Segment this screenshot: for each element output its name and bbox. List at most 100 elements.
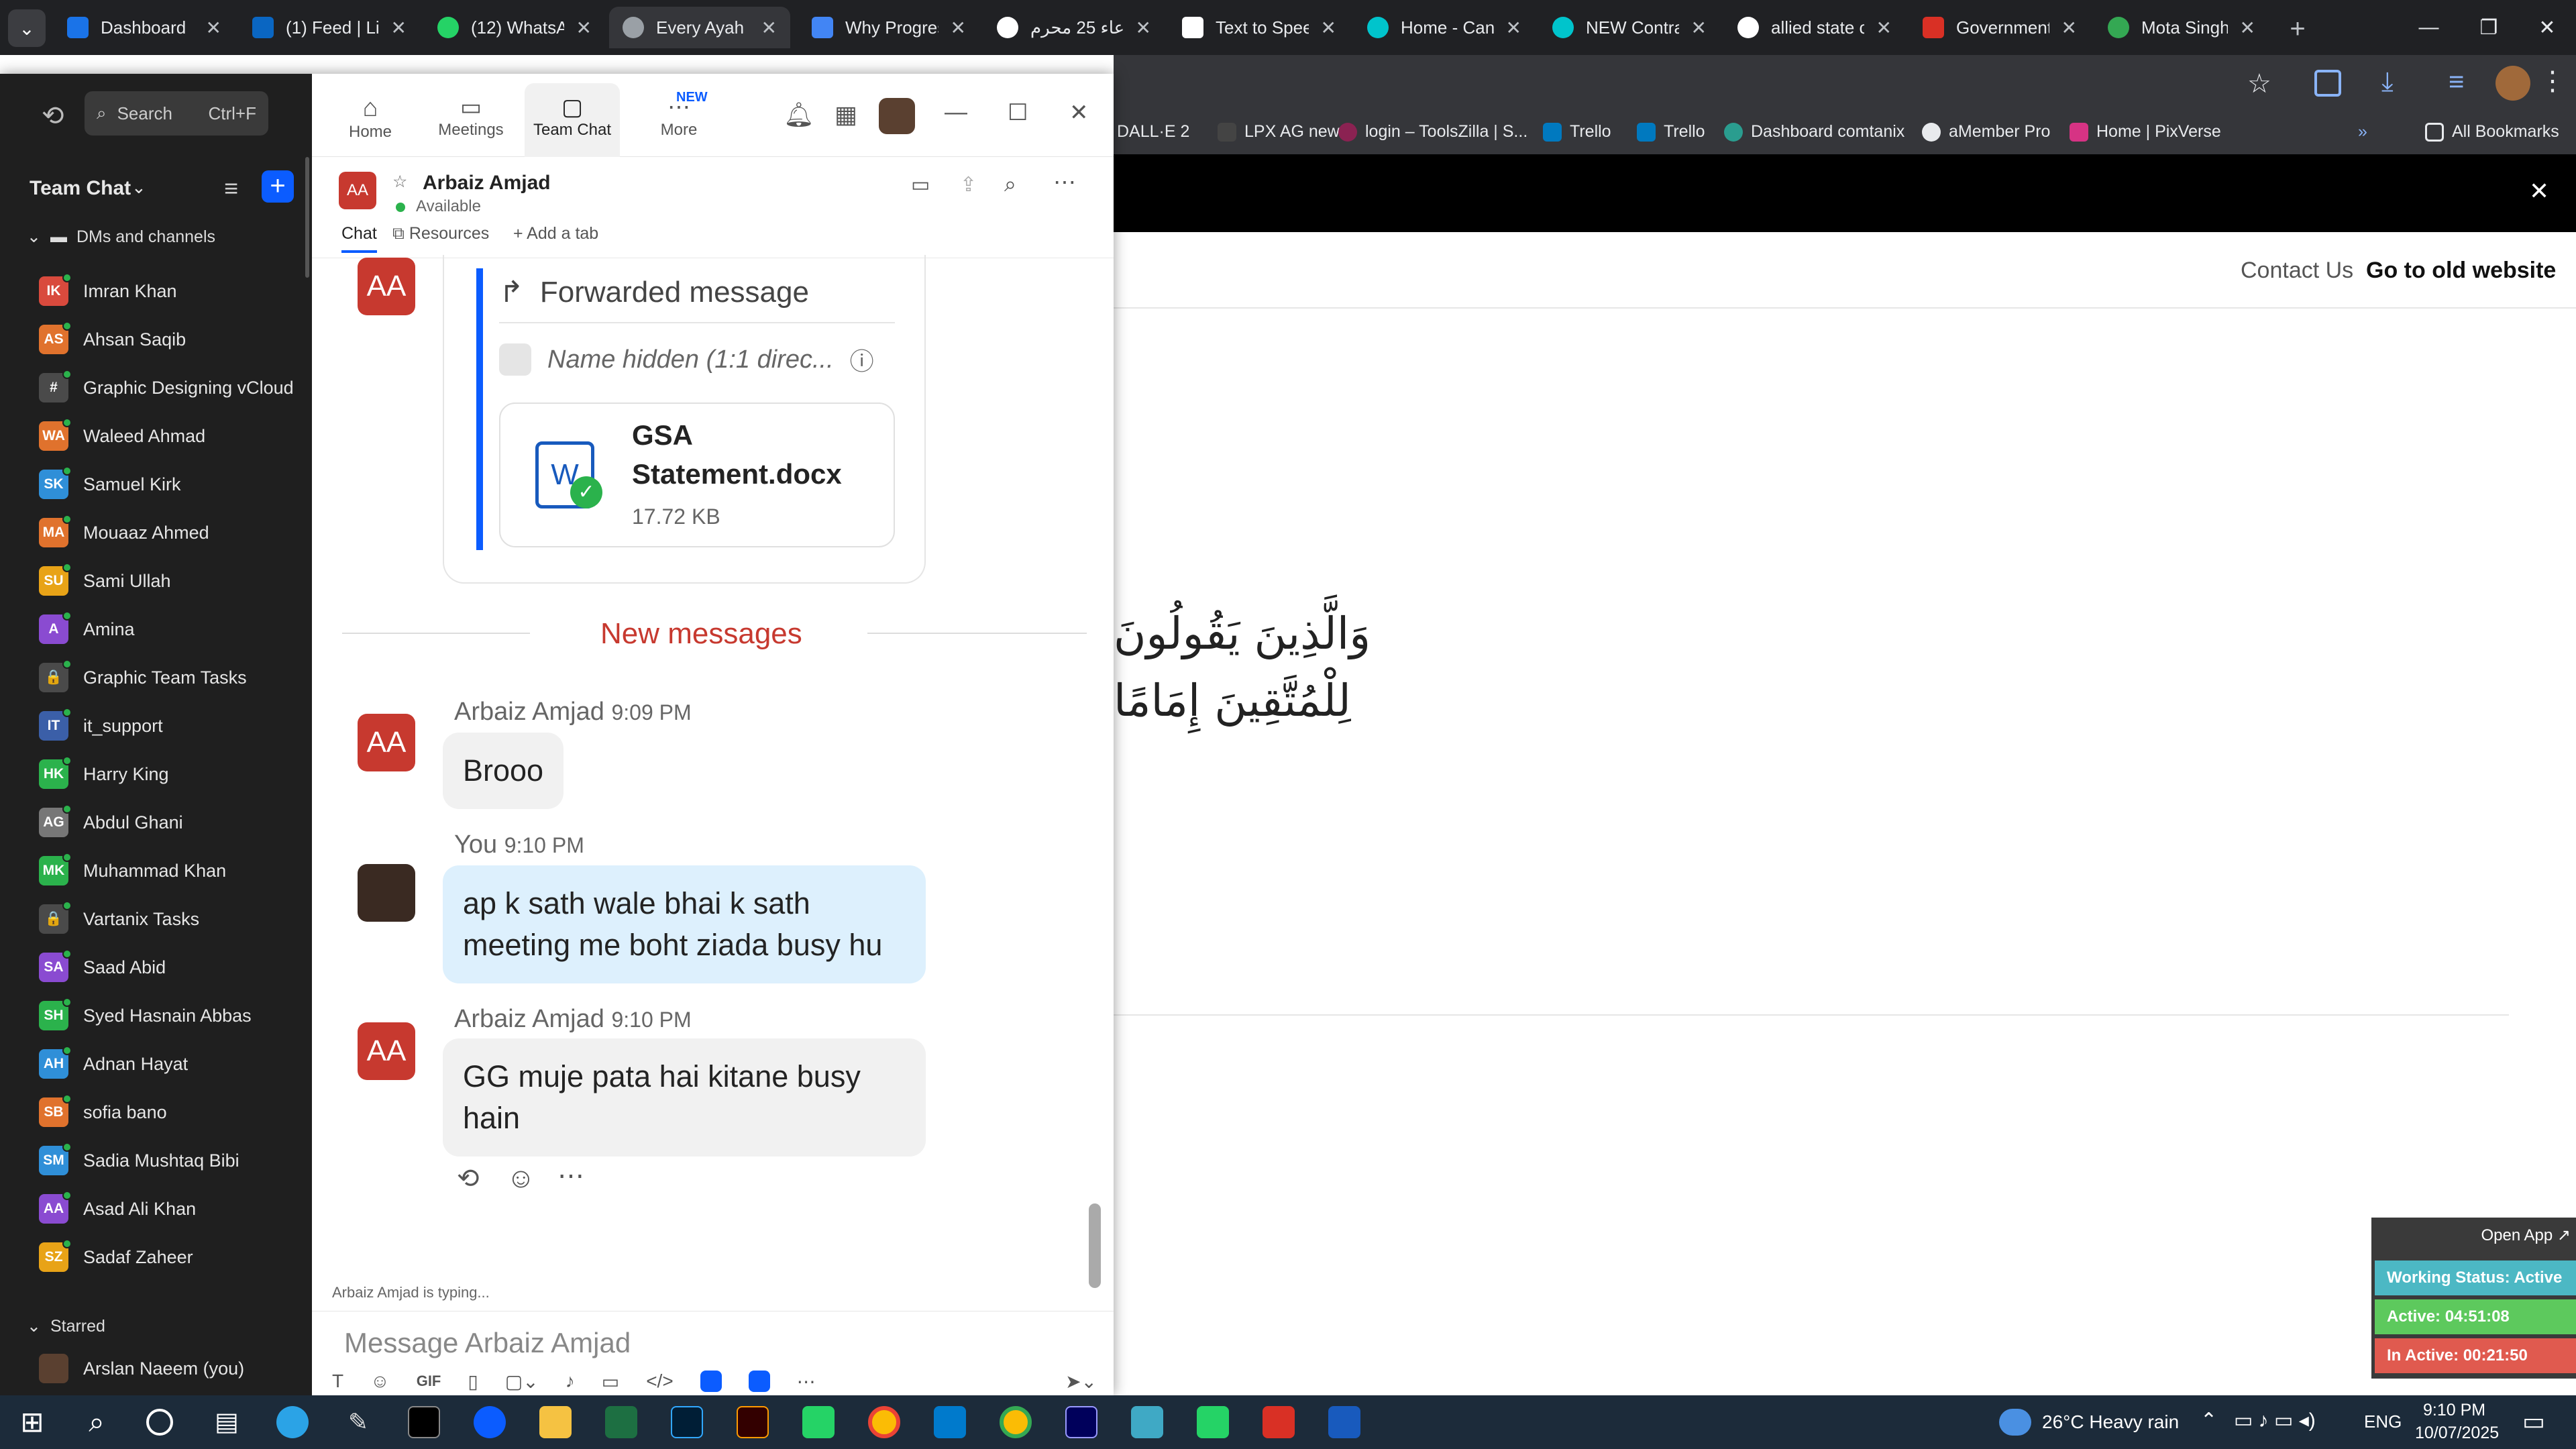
- menu-icon[interactable]: ⋮: [2539, 66, 2566, 97]
- more-icon[interactable]: ⋯: [797, 1371, 816, 1393]
- minimize-icon[interactable]: —: [945, 99, 967, 125]
- close-icon[interactable]: ✕: [391, 17, 407, 39]
- close-icon[interactable]: ✕: [1136, 17, 1151, 39]
- avatar[interactable]: [879, 98, 915, 134]
- app-icon[interactable]: [748, 1371, 770, 1392]
- app-icon[interactable]: [1131, 1406, 1163, 1438]
- sidebar-item-contact[interactable]: SM Sadia Mushtaq Bibi: [39, 1140, 239, 1181]
- send-icon[interactable]: ➤⌄: [1065, 1371, 1097, 1393]
- browser-tab[interactable]: Home - Can ✕: [1354, 7, 1535, 48]
- sidebar-item-contact[interactable]: 🔒 Vartanix Tasks: [39, 899, 199, 939]
- illustrator-icon[interactable]: [737, 1406, 769, 1438]
- word-icon[interactable]: [1328, 1406, 1360, 1438]
- history-icon[interactable]: ⟲: [42, 101, 64, 131]
- emoji-icon[interactable]: ☺: [506, 1162, 535, 1194]
- nav-home[interactable]: ⌂ Home: [339, 94, 402, 142]
- maximize-icon[interactable]: ☐: [1008, 99, 1028, 126]
- whatsapp-icon[interactable]: [802, 1406, 835, 1438]
- notification-icon[interactable]: ▭: [2522, 1407, 2545, 1436]
- minimize-icon[interactable]: —: [2418, 16, 2438, 39]
- close-icon[interactable]: ✕: [1506, 17, 1521, 39]
- sidebar-item-contact[interactable]: 🔒 Graphic Team Tasks: [39, 657, 247, 698]
- sidebar-item-contact[interactable]: AG Abdul Ghani: [39, 802, 183, 843]
- old-website-link[interactable]: Go to old website: [2366, 258, 2556, 284]
- sidebar-item-contact[interactable]: SK Samuel Kirk: [39, 464, 181, 504]
- media-icon[interactable]: ≡: [2449, 67, 2464, 97]
- tab-search-button[interactable]: ⌄: [8, 9, 46, 47]
- sidebar-item-contact[interactable]: A Amina: [39, 609, 135, 649]
- close-icon[interactable]: ✕: [1069, 99, 1089, 126]
- chrome-icon[interactable]: [868, 1406, 900, 1438]
- message-bubble[interactable]: GG muje pata hai kitane busy hain: [443, 1038, 926, 1157]
- chrome-icon[interactable]: [1000, 1406, 1032, 1438]
- close-icon[interactable]: ✕: [1691, 17, 1707, 39]
- chat-scrollbar[interactable]: [1089, 1203, 1101, 1288]
- info-icon[interactable]: ⓘ: [850, 342, 874, 377]
- nav-team-chat[interactable]: ▢ Team Chat: [525, 83, 620, 157]
- close-icon[interactable]: ✕: [761, 17, 777, 39]
- bookmark-item[interactable]: LPX AG new: [1218, 122, 1340, 142]
- starred-item[interactable]: Arslan Naeem (you): [39, 1348, 244, 1389]
- clock-date[interactable]: 10/07/2025: [2415, 1424, 2499, 1443]
- browser-tab[interactable]: دعاء 25 محرم✕: [983, 7, 1165, 48]
- clock-time[interactable]: 9:10 PM: [2423, 1401, 2485, 1420]
- chat-app-icon[interactable]: [1197, 1406, 1229, 1438]
- sidebar-item-contact[interactable]: AH Adnan Hayat: [39, 1044, 188, 1084]
- bookmark-item[interactable]: DALL·E 2: [1117, 122, 1189, 142]
- bookmark-star-icon[interactable]: ☆: [2247, 68, 2271, 99]
- calendar-icon[interactable]: ▦: [835, 101, 857, 129]
- nav-meetings[interactable]: ▭ Meetings: [436, 94, 506, 140]
- close-icon[interactable]: ✕: [1321, 17, 1336, 39]
- video-icon[interactable]: ▭: [911, 173, 930, 197]
- bookmark-item[interactable]: login – ToolsZilla | S...: [1338, 122, 1527, 142]
- bookmark-item[interactable]: Trello: [1637, 122, 1705, 142]
- more-icon[interactable]: ⋯: [1053, 169, 1076, 196]
- sidebar-item-contact[interactable]: SB sofia bano: [39, 1092, 167, 1132]
- app-icon[interactable]: [700, 1371, 722, 1392]
- bookmark-item[interactable]: Dashboard comtanix: [1724, 122, 1904, 142]
- starred-section-header[interactable]: ⌄ Starred: [27, 1316, 105, 1336]
- bookmark-item[interactable]: Home | PixVerse: [2070, 122, 2221, 142]
- close-window-icon[interactable]: ✕: [2538, 16, 2555, 40]
- emoji-icon[interactable]: ☺: [370, 1371, 390, 1392]
- terminal-icon[interactable]: [408, 1406, 440, 1438]
- cortana-icon[interactable]: [146, 1409, 173, 1436]
- sidebar-scrollbar[interactable]: [305, 157, 309, 278]
- more-bookmarks-icon[interactable]: »: [2358, 122, 2367, 142]
- screenshot-icon[interactable]: ▢⌄: [505, 1371, 539, 1393]
- sidebar-item-contact[interactable]: IT it_support: [39, 706, 163, 746]
- close-banner-icon[interactable]: ✕: [2529, 177, 2549, 205]
- download-icon[interactable]: ⤓: [2381, 67, 2394, 97]
- message-input[interactable]: Message Arbaiz Amjad: [344, 1327, 1082, 1359]
- tab-chat[interactable]: Chat: [341, 224, 377, 253]
- photoshop-icon[interactable]: [671, 1406, 703, 1438]
- task-view-icon[interactable]: ▤: [211, 1406, 243, 1438]
- sidebar-item-contact[interactable]: AS Ahsan Saqib: [39, 319, 186, 360]
- language-indicator[interactable]: ENG: [2364, 1411, 2402, 1432]
- sidebar-item-contact[interactable]: HK Harry King: [39, 754, 169, 794]
- all-bookmarks[interactable]: All Bookmarks: [2425, 122, 2559, 142]
- weather-text[interactable]: 26°C Heavy rain: [2042, 1411, 2179, 1433]
- new-tab-button[interactable]: +: [2281, 12, 2314, 46]
- dm-section-header[interactable]: ⌄ ▬ DMs and channels: [27, 227, 215, 247]
- video-message-icon[interactable]: ▭: [602, 1371, 619, 1393]
- browser-tab-active[interactable]: Every Ayah ✕: [609, 7, 790, 48]
- browser-tab[interactable]: allied state c ✕: [1724, 7, 1905, 48]
- sidebar-item-contact[interactable]: MK Muhammad Khan: [39, 851, 226, 891]
- vscode-icon[interactable]: [934, 1406, 966, 1438]
- close-icon[interactable]: ✕: [576, 17, 592, 39]
- file-attachment[interactable]: W ✓ GSA Statement.docx 17.72 KB: [499, 402, 895, 547]
- windows-start-icon[interactable]: ⊞: [16, 1406, 48, 1438]
- microphone-icon[interactable]: ♪: [566, 1371, 575, 1392]
- browser-tab[interactable]: (1) Feed | Lin✕: [239, 7, 420, 48]
- profile-avatar[interactable]: [2496, 66, 2530, 101]
- filter-icon[interactable]: ≡: [224, 174, 238, 203]
- sidebar-item-contact[interactable]: # Graphic Designing vCloud: [39, 368, 294, 408]
- new-chat-button[interactable]: +: [262, 170, 294, 203]
- sidebar-item-contact[interactable]: SA Saad Abid: [39, 947, 166, 987]
- gif-icon[interactable]: GIF: [417, 1373, 441, 1390]
- sidebar-item-contact[interactable]: WA Waleed Ahmad: [39, 416, 205, 456]
- forwarded-message-card[interactable]: ↱ Forwarded message Name hidden (1:1 dire…: [443, 255, 926, 584]
- chevron-down-icon[interactable]: ⌄: [131, 177, 146, 198]
- search-icon[interactable]: ⌕: [80, 1406, 113, 1438]
